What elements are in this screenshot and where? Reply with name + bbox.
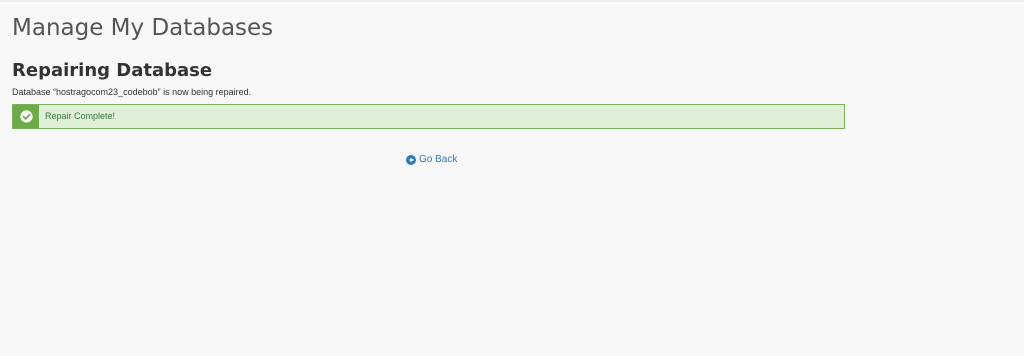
- top-border: [0, 0, 1024, 2]
- page-title: Manage My Databases: [12, 15, 274, 41]
- go-back-label: Go Back: [419, 154, 458, 165]
- repair-status-message: Database “hostragocom23_codebob” is now …: [12, 87, 252, 97]
- go-back-link[interactable]: Go Back: [406, 154, 457, 166]
- section-title: Repairing Database: [12, 60, 213, 81]
- alert-message: Repair Complete!: [45, 111, 116, 121]
- arrow-circle-left-icon: [406, 155, 416, 165]
- alert-icon-container: [13, 105, 39, 128]
- success-alert: Repair Complete!: [12, 104, 845, 129]
- check-circle-icon: [19, 110, 33, 123]
